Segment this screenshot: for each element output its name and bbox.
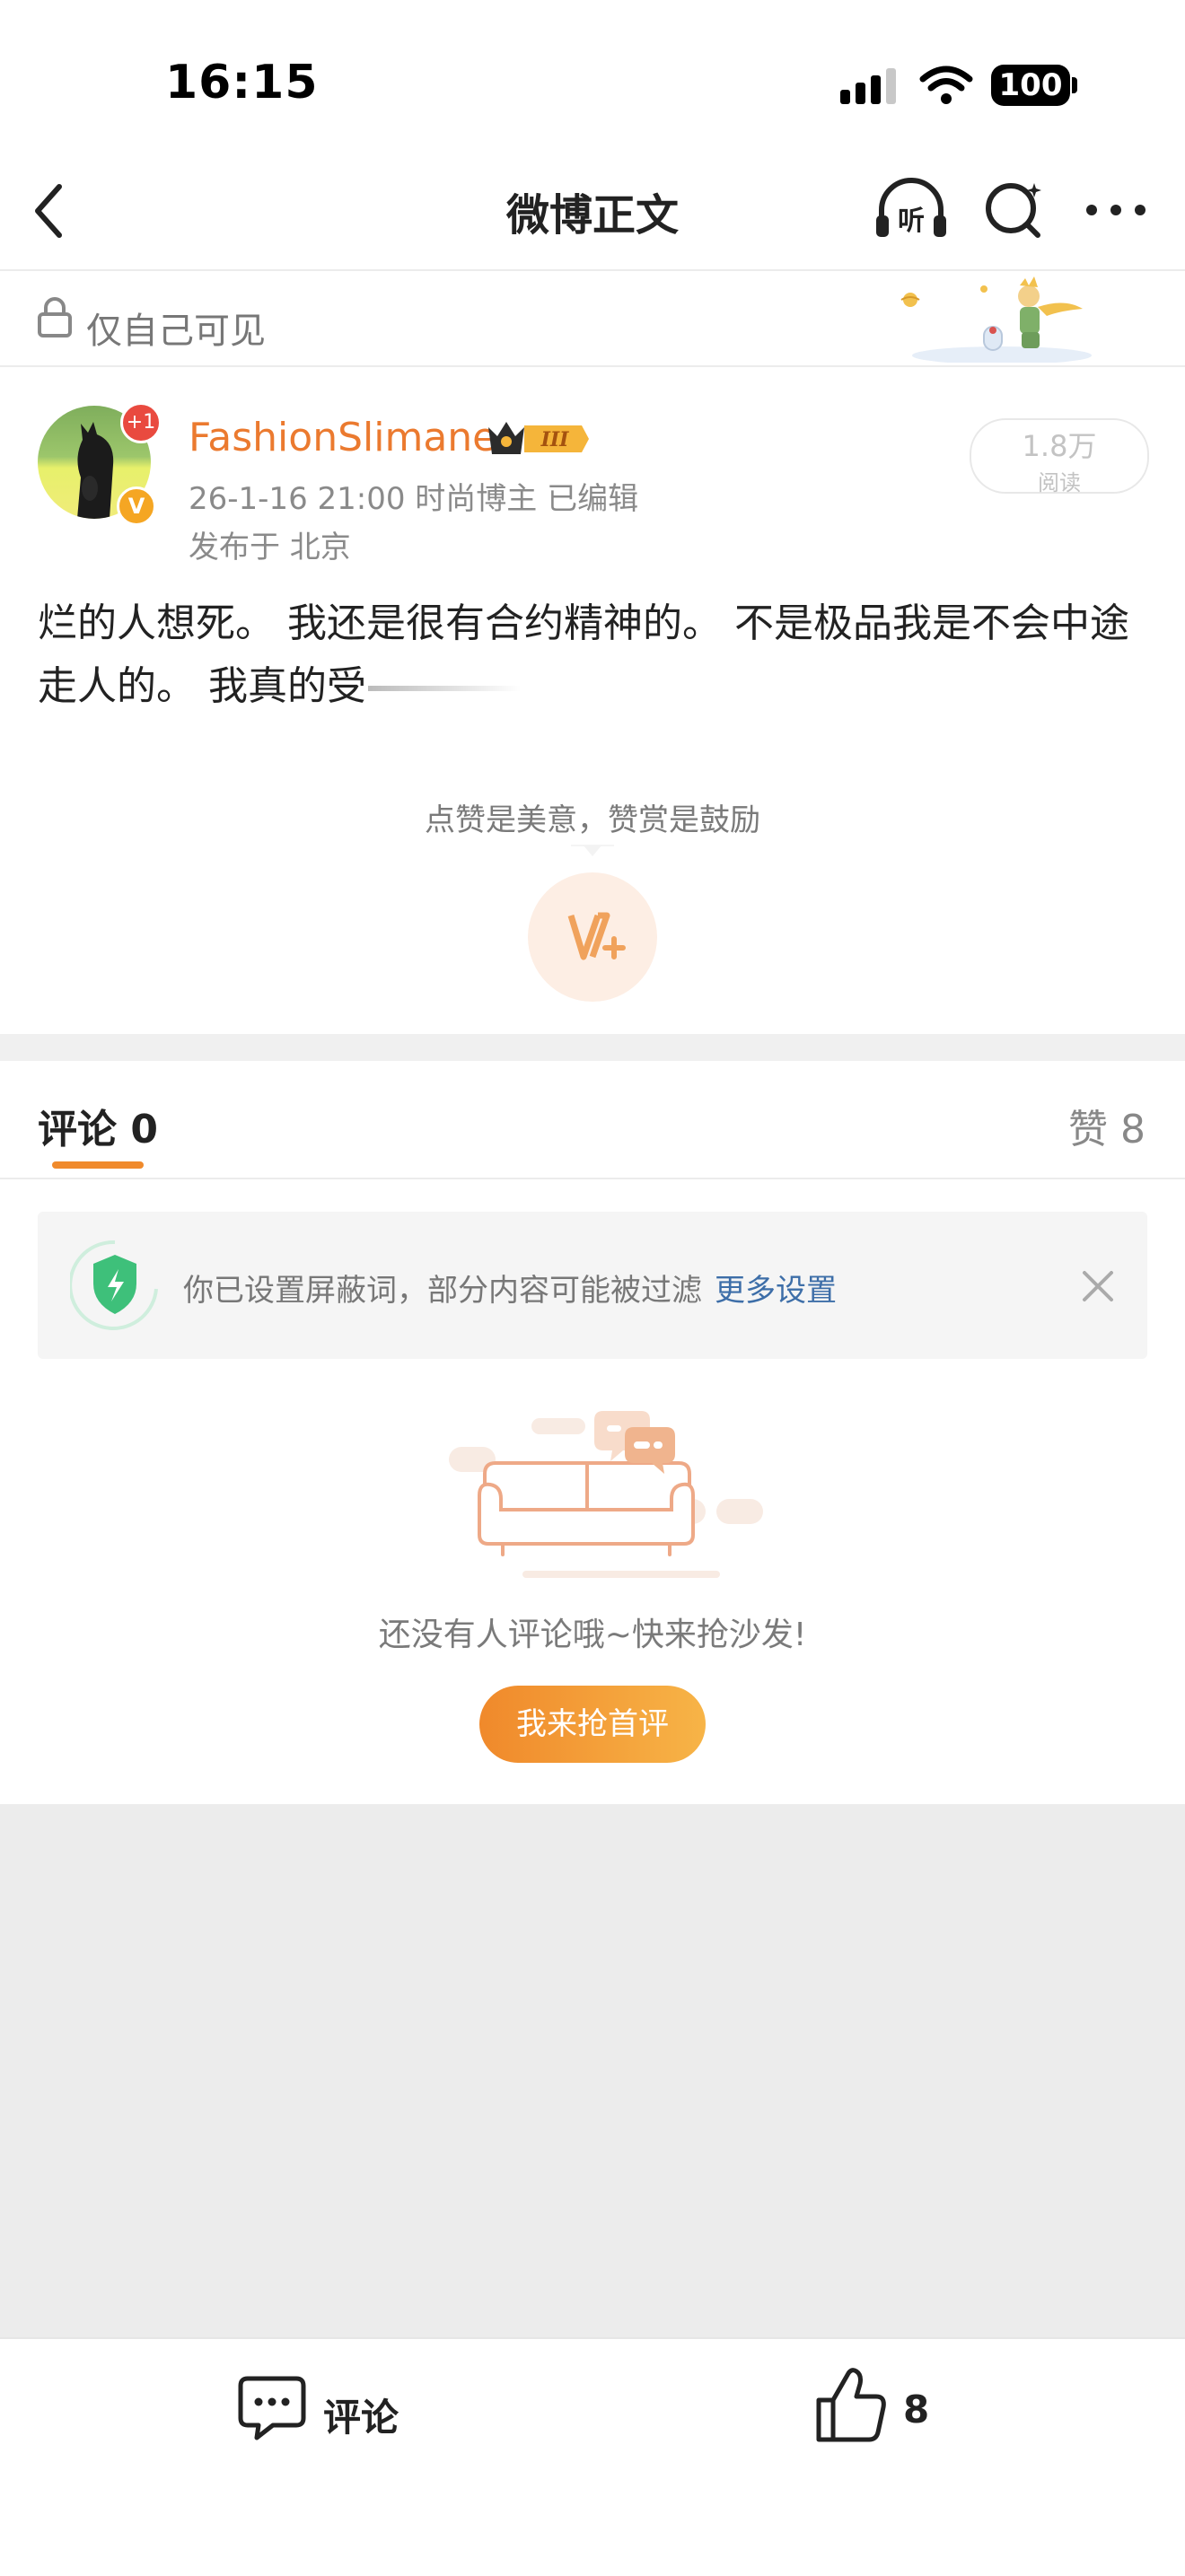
member-crown-icon[interactable]: III — [485, 416, 591, 465]
comment-button-label[interactable]: 评论 — [323, 2388, 399, 2442]
level-badge-text: III — [540, 428, 570, 451]
status-time: 16:15 — [165, 56, 319, 110]
empty-area — [0, 1804, 1185, 2337]
read-count-label: 阅读 — [1038, 470, 1081, 495]
svg-text:听: 听 — [898, 206, 925, 237]
plus-badge: +1 — [120, 402, 162, 443]
like-icon[interactable] — [815, 2366, 887, 2443]
section-separator — [0, 1034, 1185, 1061]
bottom-action-bar — [0, 2337, 1185, 2576]
verified-badge: V — [117, 486, 156, 526]
post-text: 烂的人想死。 我还是很有合约精神的。 不是极品我是不会中途走人的。 我真的受 — [38, 600, 1129, 709]
reward-v-plus-icon — [567, 912, 626, 960]
listen-icon[interactable]: 听 — [873, 176, 950, 242]
wifi-icon — [919, 66, 973, 104]
reward-tip: 点赞是美意，赞赏是鼓励 — [425, 802, 760, 838]
active-tab-indicator — [52, 1161, 144, 1169]
reward-button[interactable] — [528, 872, 657, 1002]
more-settings-link[interactable]: 更多设置 — [715, 1273, 837, 1309]
like-count[interactable]: 8 — [903, 2388, 929, 2431]
author-name[interactable]: FashionSlimane — [189, 415, 496, 460]
tab-comments[interactable]: 评论 0 — [38, 1097, 158, 1154]
battery-level: 100 — [991, 65, 1070, 106]
tab-likes[interactable]: 赞 8 — [1068, 1097, 1146, 1154]
signal-icon — [840, 68, 896, 104]
post-location: 发布于 北京 — [189, 530, 351, 565]
empty-sofa-illustration — [449, 1411, 763, 1578]
tabs-divider — [0, 1178, 1185, 1179]
little-prince-decoration — [900, 276, 1092, 363]
shield-icon — [70, 1240, 158, 1330]
first-comment-button[interactable]: 我来抢首评 — [479, 1686, 706, 1763]
comment-icon[interactable] — [237, 2375, 307, 2443]
filter-notice-text: 你已设置屏蔽词，部分内容可能被过滤 更多设置 — [183, 1266, 837, 1310]
more-icon[interactable] — [1084, 199, 1147, 221]
filter-notice-message: 你已设置屏蔽词，部分内容可能被过滤 — [183, 1273, 702, 1309]
visibility-divider — [0, 365, 1185, 367]
read-count: 1.8万 — [1022, 429, 1097, 463]
text-fade-overlay — [368, 686, 521, 691]
nav-divider — [0, 269, 1185, 271]
close-icon[interactable] — [1081, 1269, 1115, 1303]
visibility-label: 仅自己可见 — [86, 311, 266, 352]
battery-tip — [1072, 77, 1077, 93]
post-meta: 26-1-16 21:00 时尚博主 已编辑 — [189, 481, 639, 517]
empty-comments-text: 还没有人评论哦~快来抢沙发! — [378, 1617, 807, 1653]
post-body: 烂的人想死。 我还是很有合约精神的。 不是极品我是不会中途走人的。 我真的受 — [38, 592, 1151, 718]
read-count-badge: 1.8万 阅读 — [970, 418, 1149, 495]
search-icon[interactable] — [982, 178, 1047, 242]
lock-icon — [38, 297, 72, 337]
tip-pointer — [571, 845, 614, 856]
